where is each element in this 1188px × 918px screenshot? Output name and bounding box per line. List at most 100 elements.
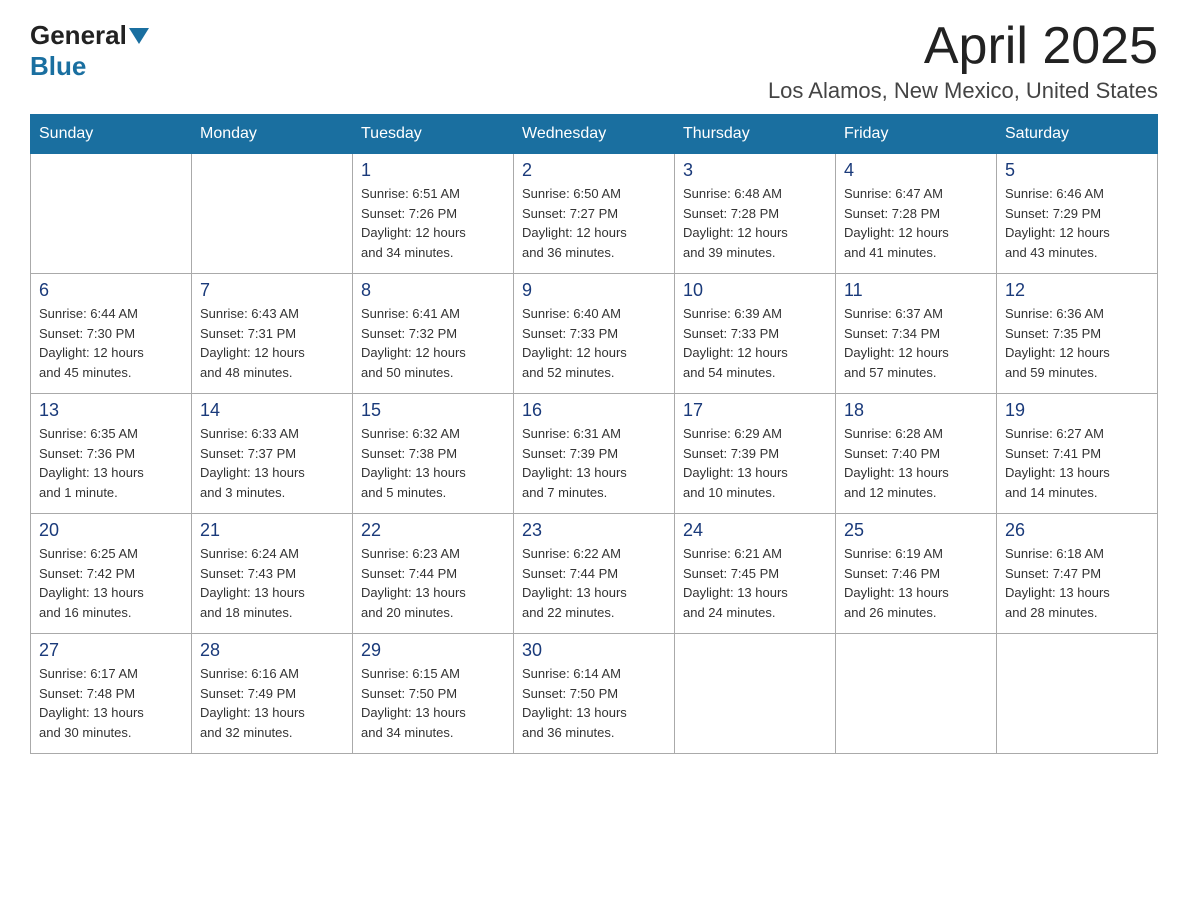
day-info: Sunrise: 6:18 AM Sunset: 7:47 PM Dayligh… [1005, 544, 1149, 622]
day-info: Sunrise: 6:19 AM Sunset: 7:46 PM Dayligh… [844, 544, 988, 622]
day-number: 7 [200, 280, 344, 301]
location-subtitle: Los Alamos, New Mexico, United States [768, 78, 1158, 104]
calendar-day-cell: 13 Sunrise: 6:35 AM Sunset: 7:36 PM Dayli… [31, 394, 192, 514]
calendar-day-cell: 24 Sunrise: 6:21 AM Sunset: 7:45 PM Dayli… [675, 514, 836, 634]
calendar-day-cell: 22 Sunrise: 6:23 AM Sunset: 7:44 PM Dayli… [353, 514, 514, 634]
calendar-day-cell: 18 Sunrise: 6:28 AM Sunset: 7:40 PM Dayli… [836, 394, 997, 514]
calendar-day-cell: 17Sunrise: 6:29 AM Sunset: 7:39 PM Dayli… [675, 394, 836, 514]
day-number: 22 [361, 520, 505, 541]
day-info: Sunrise: 6:47 AM Sunset: 7:28 PM Dayligh… [844, 184, 988, 262]
calendar-week-row: 20Sunrise: 6:25 AM Sunset: 7:42 PM Dayli… [31, 514, 1158, 634]
day-number: 19 [1005, 400, 1149, 421]
day-number: 12 [1005, 280, 1149, 301]
calendar-day-cell: 4 Sunrise: 6:47 AM Sunset: 7:28 PM Daylig… [836, 154, 997, 274]
day-number: 5 [1005, 160, 1149, 181]
calendar-day-header: Monday [192, 115, 353, 154]
day-number: 18 [844, 400, 988, 421]
day-info: Sunrise: 6:43 AM Sunset: 7:31 PM Dayligh… [200, 304, 344, 382]
calendar-day-cell: 1 Sunrise: 6:51 AM Sunset: 7:26 PM Daylig… [353, 154, 514, 274]
calendar-day-header: Sunday [31, 115, 192, 154]
day-info: Sunrise: 6:46 AM Sunset: 7:29 PM Dayligh… [1005, 184, 1149, 262]
day-info: Sunrise: 6:15 AM Sunset: 7:50 PM Dayligh… [361, 664, 505, 742]
day-number: 17 [683, 400, 827, 421]
day-info: Sunrise: 6:36 AM Sunset: 7:35 PM Dayligh… [1005, 304, 1149, 382]
calendar-day-header: Tuesday [353, 115, 514, 154]
calendar-week-row: 13 Sunrise: 6:35 AM Sunset: 7:36 PM Dayli… [31, 394, 1158, 514]
calendar-day-cell: 26Sunrise: 6:18 AM Sunset: 7:47 PM Dayli… [997, 514, 1158, 634]
day-number: 24 [683, 520, 827, 541]
day-number: 13 [39, 400, 183, 421]
day-number: 10 [683, 280, 827, 301]
day-info: Sunrise: 6:32 AM Sunset: 7:38 PM Dayligh… [361, 424, 505, 502]
day-info: Sunrise: 6:44 AM Sunset: 7:30 PM Dayligh… [39, 304, 183, 382]
day-info: Sunrise: 6:48 AM Sunset: 7:28 PM Dayligh… [683, 184, 827, 262]
day-info: Sunrise: 6:17 AM Sunset: 7:48 PM Dayligh… [39, 664, 183, 742]
calendar-day-header: Friday [836, 115, 997, 154]
day-number: 9 [522, 280, 666, 301]
calendar-day-cell: 23 Sunrise: 6:22 AM Sunset: 7:44 PM Dayli… [514, 514, 675, 634]
calendar-day-cell [997, 634, 1158, 754]
day-number: 14 [200, 400, 344, 421]
day-number: 11 [844, 280, 988, 301]
day-number: 8 [361, 280, 505, 301]
calendar-day-cell [192, 154, 353, 274]
day-info: Sunrise: 6:22 AM Sunset: 7:44 PM Dayligh… [522, 544, 666, 622]
day-number: 6 [39, 280, 183, 301]
calendar-day-cell: 30Sunrise: 6:14 AM Sunset: 7:50 PM Dayli… [514, 634, 675, 754]
day-number: 1 [361, 160, 505, 181]
day-number: 3 [683, 160, 827, 181]
day-info: Sunrise: 6:41 AM Sunset: 7:32 PM Dayligh… [361, 304, 505, 382]
calendar-day-cell: 15 Sunrise: 6:32 AM Sunset: 7:38 PM Dayli… [353, 394, 514, 514]
calendar-day-header: Saturday [997, 115, 1158, 154]
day-info: Sunrise: 6:35 AM Sunset: 7:36 PM Dayligh… [39, 424, 183, 502]
calendar-day-cell: 16 Sunrise: 6:31 AM Sunset: 7:39 PM Dayli… [514, 394, 675, 514]
calendar-day-cell: 11 Sunrise: 6:37 AM Sunset: 7:34 PM Dayli… [836, 274, 997, 394]
day-info: Sunrise: 6:27 AM Sunset: 7:41 PM Dayligh… [1005, 424, 1149, 502]
day-number: 27 [39, 640, 183, 661]
day-number: 29 [361, 640, 505, 661]
day-info: Sunrise: 6:16 AM Sunset: 7:49 PM Dayligh… [200, 664, 344, 742]
calendar-day-header: Wednesday [514, 115, 675, 154]
day-info: Sunrise: 6:21 AM Sunset: 7:45 PM Dayligh… [683, 544, 827, 622]
logo-blue-text: Blue [30, 51, 86, 82]
day-number: 28 [200, 640, 344, 661]
day-number: 23 [522, 520, 666, 541]
day-info: Sunrise: 6:50 AM Sunset: 7:27 PM Dayligh… [522, 184, 666, 262]
month-year-title: April 2025 [768, 20, 1158, 72]
calendar-day-cell: 8 Sunrise: 6:41 AM Sunset: 7:32 PM Daylig… [353, 274, 514, 394]
calendar-week-row: 27 Sunrise: 6:17 AM Sunset: 7:48 PM Dayli… [31, 634, 1158, 754]
day-number: 21 [200, 520, 344, 541]
day-number: 16 [522, 400, 666, 421]
calendar-day-cell: 10 Sunrise: 6:39 AM Sunset: 7:33 PM Dayli… [675, 274, 836, 394]
day-info: Sunrise: 6:39 AM Sunset: 7:33 PM Dayligh… [683, 304, 827, 382]
calendar-day-cell: 28 Sunrise: 6:16 AM Sunset: 7:49 PM Dayli… [192, 634, 353, 754]
calendar-day-cell: 6 Sunrise: 6:44 AM Sunset: 7:30 PM Daylig… [31, 274, 192, 394]
calendar-day-cell: 25Sunrise: 6:19 AM Sunset: 7:46 PM Dayli… [836, 514, 997, 634]
calendar-header-row: SundayMondayTuesdayWednesdayThursdayFrid… [31, 115, 1158, 154]
day-number: 20 [39, 520, 183, 541]
day-info: Sunrise: 6:37 AM Sunset: 7:34 PM Dayligh… [844, 304, 988, 382]
calendar-day-cell [836, 634, 997, 754]
day-info: Sunrise: 6:51 AM Sunset: 7:26 PM Dayligh… [361, 184, 505, 262]
calendar-day-cell: 3 Sunrise: 6:48 AM Sunset: 7:28 PM Daylig… [675, 154, 836, 274]
day-info: Sunrise: 6:40 AM Sunset: 7:33 PM Dayligh… [522, 304, 666, 382]
day-number: 15 [361, 400, 505, 421]
day-number: 4 [844, 160, 988, 181]
day-info: Sunrise: 6:31 AM Sunset: 7:39 PM Dayligh… [522, 424, 666, 502]
calendar-day-cell [675, 634, 836, 754]
calendar-day-cell: 2Sunrise: 6:50 AM Sunset: 7:27 PM Daylig… [514, 154, 675, 274]
day-info: Sunrise: 6:24 AM Sunset: 7:43 PM Dayligh… [200, 544, 344, 622]
calendar-day-cell: 5 Sunrise: 6:46 AM Sunset: 7:29 PM Daylig… [997, 154, 1158, 274]
day-info: Sunrise: 6:23 AM Sunset: 7:44 PM Dayligh… [361, 544, 505, 622]
day-info: Sunrise: 6:28 AM Sunset: 7:40 PM Dayligh… [844, 424, 988, 502]
logo: General Blue [30, 20, 151, 82]
calendar-day-cell: 19 Sunrise: 6:27 AM Sunset: 7:41 PM Dayli… [997, 394, 1158, 514]
calendar-week-row: 6 Sunrise: 6:44 AM Sunset: 7:30 PM Daylig… [31, 274, 1158, 394]
calendar-day-cell: 29 Sunrise: 6:15 AM Sunset: 7:50 PM Dayli… [353, 634, 514, 754]
day-info: Sunrise: 6:33 AM Sunset: 7:37 PM Dayligh… [200, 424, 344, 502]
calendar-day-cell: 12 Sunrise: 6:36 AM Sunset: 7:35 PM Dayli… [997, 274, 1158, 394]
day-info: Sunrise: 6:14 AM Sunset: 7:50 PM Dayligh… [522, 664, 666, 742]
calendar-day-cell: 21 Sunrise: 6:24 AM Sunset: 7:43 PM Dayli… [192, 514, 353, 634]
calendar-week-row: 1 Sunrise: 6:51 AM Sunset: 7:26 PM Daylig… [31, 154, 1158, 274]
calendar-table: SundayMondayTuesdayWednesdayThursdayFrid… [30, 114, 1158, 754]
